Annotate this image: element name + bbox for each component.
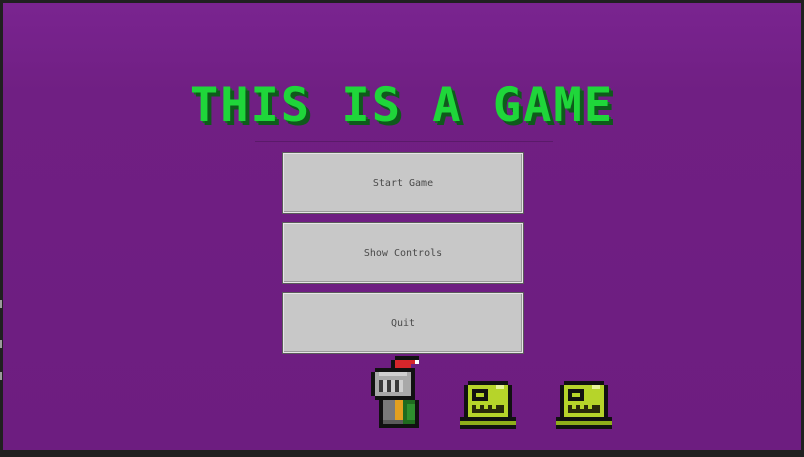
quit-button[interactable]: Quit — [283, 293, 523, 353]
slime-monster-sprite — [556, 381, 612, 429]
edge-mark — [0, 300, 2, 308]
start-game-label: Start Game — [372, 177, 434, 189]
game-canvas: THIS IS A GAME Start Game Show Controls … — [3, 3, 801, 450]
title-divider — [255, 141, 553, 142]
show-controls-button[interactable]: Show Controls — [283, 223, 523, 283]
game-window: THIS IS A GAME Start Game Show Controls … — [0, 0, 804, 457]
edge-mark — [0, 372, 2, 380]
slime-monster-sprite — [460, 381, 516, 429]
quit-label: Quit — [390, 317, 416, 329]
knight-sprite — [371, 356, 419, 428]
edge-mark — [0, 340, 2, 348]
show-controls-label: Show Controls — [363, 247, 443, 259]
game-title: THIS IS A GAME — [189, 78, 615, 133]
start-game-button[interactable]: Start Game — [283, 153, 523, 213]
